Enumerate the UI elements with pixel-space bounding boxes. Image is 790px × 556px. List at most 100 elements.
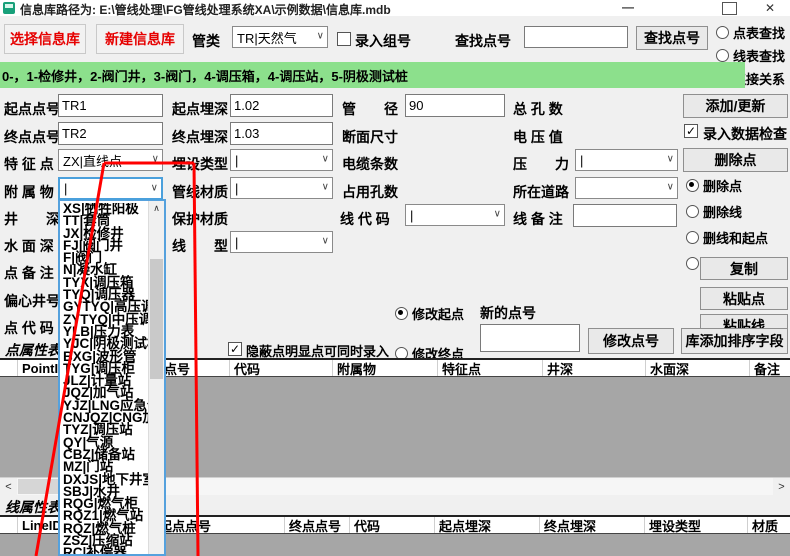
- find-point-label: 查找点号: [455, 31, 511, 51]
- bury-type-select[interactable]: | ∨: [230, 149, 333, 171]
- pipe-material-select[interactable]: | ∨: [230, 177, 333, 199]
- pipe-class-select[interactable]: TR|天然气 ∨: [232, 26, 328, 48]
- minimize-icon[interactable]: —: [622, 0, 634, 14]
- paste-point-button[interactable]: 粘贴点: [700, 287, 788, 310]
- add-sort-field-button[interactable]: 库添加排序字段: [681, 328, 788, 354]
- line-type-label: 线 型: [172, 236, 228, 256]
- point-col-waterdepth[interactable]: 水面深: [646, 360, 750, 376]
- chevron-down-icon: ∨: [151, 182, 158, 193]
- modify-mode-radio[interactable]: 修改起点: [395, 304, 464, 323]
- close-icon[interactable]: ✕: [765, 1, 775, 15]
- record-group-checkbox[interactable]: [337, 32, 351, 46]
- point-col-welldepth[interactable]: 井深: [543, 360, 646, 376]
- line-code-select[interactable]: | ∨: [405, 204, 505, 226]
- line-col-start[interactable]: 起点点号: [155, 517, 285, 533]
- radio-icon[interactable]: [716, 49, 729, 62]
- start-depth-input[interactable]: 1.02: [230, 94, 333, 117]
- radio-icon[interactable]: [686, 205, 699, 218]
- line-col-end[interactable]: 终点点号: [285, 517, 350, 533]
- pipe-material-value: |: [235, 181, 238, 196]
- line-note-input[interactable]: [573, 204, 677, 227]
- legend-bar: 0-，1-检修井，2-阀门井，3-阀门，4-调压箱，4-调压站，5-阴极测试桩: [0, 62, 745, 88]
- delete-mode-radio-label: 删除线: [703, 202, 742, 221]
- start-point-input[interactable]: TR1: [58, 94, 163, 117]
- point-col-note[interactable]: 备注: [750, 360, 790, 376]
- bury-type-label: 埋设类型: [172, 154, 228, 174]
- bury-type-value: |: [235, 153, 238, 168]
- line-col-startdepth[interactable]: 起点埋深: [435, 517, 540, 533]
- new-library-button[interactable]: 新建信息库: [96, 24, 184, 54]
- point-col-feature[interactable]: 特征点: [438, 360, 543, 376]
- row-selector-header: [0, 360, 18, 376]
- data-check-checkbox[interactable]: ✓: [684, 124, 698, 138]
- scroll-up-icon[interactable]: ∧: [149, 201, 164, 216]
- line-col-enddepth[interactable]: 终点埋深: [540, 517, 645, 533]
- add-update-button[interactable]: 添加/更新: [683, 94, 788, 118]
- dropdown-vscrollbar[interactable]: ∧: [148, 201, 164, 554]
- point-col-code[interactable]: 代码: [230, 360, 333, 376]
- point-col-number[interactable]: 点号: [160, 360, 230, 376]
- pipe-class-label: 管类: [192, 31, 220, 51]
- attachment-dropdown-items[interactable]: XS|牺牲阳极TT|套筒JX|检修井FJ|阀门井F|阀门N|凝水缸TYX|调压箱…: [60, 203, 148, 554]
- delete-point-button[interactable]: 删除点: [683, 148, 788, 172]
- chevron-down-icon: ∨: [494, 209, 501, 220]
- chevron-down-icon: ∨: [322, 154, 329, 165]
- scroll-left-icon[interactable]: <: [0, 478, 17, 495]
- scroll-right-icon[interactable]: >: [773, 478, 790, 495]
- section-size-label: 断面尺寸: [342, 127, 398, 147]
- start-point-value: TR1: [62, 98, 87, 113]
- radio-icon[interactable]: [716, 26, 729, 39]
- radio-icon[interactable]: [686, 179, 699, 192]
- line-col-burytype[interactable]: 埋设类型: [645, 517, 748, 533]
- find-point-input[interactable]: [524, 26, 628, 48]
- point-col-attachment[interactable]: 附属物: [333, 360, 438, 376]
- point-table-section-label: 点属性表: [5, 340, 61, 360]
- radio-icon[interactable]: [686, 231, 699, 244]
- pipe-material-label: 管线材质: [172, 182, 228, 202]
- modify-mode-radio-label: 修改起点: [412, 304, 464, 323]
- end-point-value: TR2: [62, 126, 87, 141]
- line-code-label: 线 代 码: [340, 209, 390, 229]
- start-point-label: 起点点号: [4, 99, 60, 119]
- select-library-button[interactable]: 选择信息库: [4, 24, 86, 54]
- pressure-select[interactable]: | ∨: [575, 149, 678, 171]
- point-code-label: 点 代 码: [4, 318, 54, 338]
- row-selector-header: [0, 517, 18, 533]
- search-mode-radio[interactable]: 点表查找: [716, 23, 785, 42]
- end-depth-input[interactable]: 1.03: [230, 122, 333, 145]
- dropdown-item[interactable]: RC|补偿器: [60, 547, 148, 554]
- attachment-select[interactable]: | ∨: [58, 177, 163, 200]
- pressure-label: 压 力: [513, 154, 569, 174]
- attachment-dropdown-list[interactable]: XS|牺牲阳极TT|套筒JX|检修井FJ|阀门井F|阀门N|凝水缸TYX|调压箱…: [58, 199, 166, 556]
- line-col-material[interactable]: 材质: [748, 517, 790, 533]
- radio-icon[interactable]: [686, 257, 699, 270]
- road-select[interactable]: ∨: [575, 177, 678, 199]
- hidden-point-checkbox[interactable]: ✓: [228, 342, 242, 356]
- end-depth-value: 1.03: [234, 126, 259, 141]
- chevron-down-icon: ∨: [322, 182, 329, 193]
- app-window: 信息库路径为: E:\管线处理\FG管线处理系统XA\示例数据\信息库.mdb …: [0, 0, 790, 556]
- chevron-down-icon: ∨: [317, 31, 324, 42]
- app-icon: [3, 2, 15, 14]
- attachment-value: |: [64, 181, 67, 196]
- feature-point-value: ZX|直线点: [63, 151, 122, 170]
- find-point-button[interactable]: 查找点号: [636, 26, 708, 50]
- modify-point-button[interactable]: 修改点号: [588, 328, 674, 354]
- maximize-icon[interactable]: [722, 2, 737, 15]
- radio-icon[interactable]: [395, 307, 408, 320]
- vscroll-thumb[interactable]: [150, 259, 163, 379]
- modify-mode-group: 修改起点修改终点: [395, 304, 464, 363]
- start-depth-value: 1.02: [234, 98, 259, 113]
- line-col-code[interactable]: 代码: [350, 517, 435, 533]
- copy-button[interactable]: 复制: [700, 257, 788, 280]
- feature-point-select[interactable]: ZX|直线点 ∨: [58, 149, 163, 171]
- line-type-select[interactable]: | ∨: [230, 231, 333, 253]
- new-point-label: 新的点号: [480, 303, 536, 323]
- end-point-input[interactable]: TR2: [58, 122, 163, 145]
- new-point-input[interactable]: [480, 324, 580, 352]
- line-code-value: |: [410, 208, 413, 223]
- delete-mode-radio[interactable]: 删除点: [686, 176, 768, 195]
- delete-mode-radio[interactable]: 删线和起点: [686, 228, 768, 247]
- diameter-input[interactable]: 90: [405, 94, 505, 117]
- delete-mode-radio[interactable]: 删除线: [686, 202, 768, 221]
